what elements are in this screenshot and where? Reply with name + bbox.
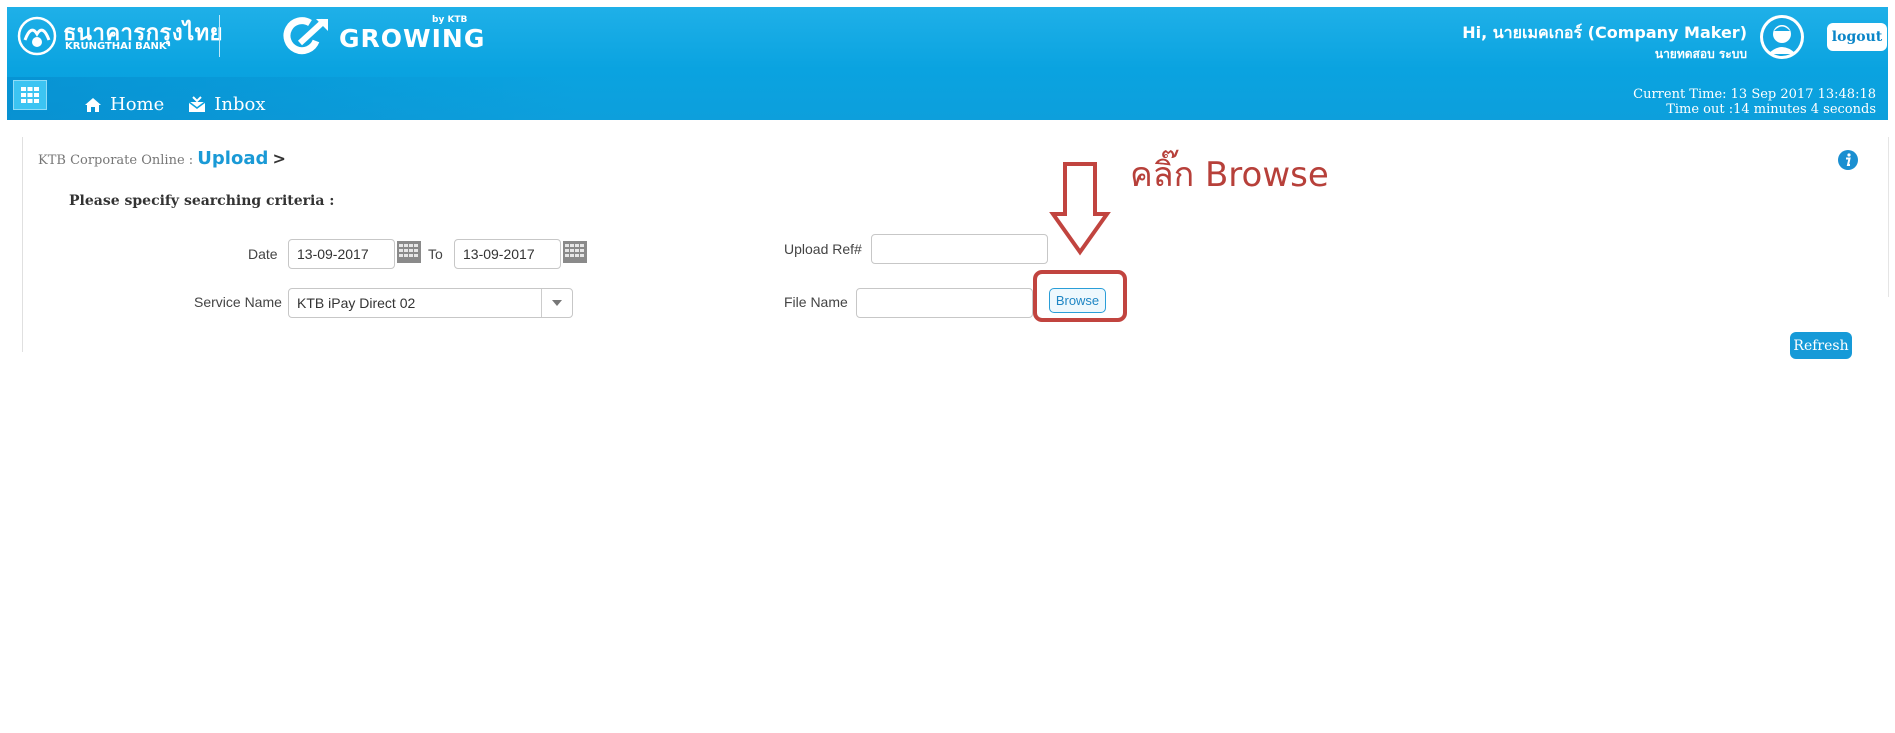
date-label: Date (248, 246, 278, 262)
bank-name-english: KRUNGTHAI BANK (65, 41, 167, 52)
user-greeting: Hi, นายเมคเกอร์ (Company Maker) (1462, 23, 1747, 42)
chevron-down-icon[interactable] (541, 289, 572, 317)
calendar-to-icon[interactable] (563, 241, 587, 263)
logout-button[interactable]: logout (1827, 23, 1887, 51)
annotation-down-arrow-icon (1049, 162, 1111, 256)
user-avatar-icon[interactable] (1759, 14, 1805, 60)
current-time: Current Time: 13 Sep 2017 13:48:18 (1633, 87, 1876, 102)
growing-logo-icon (283, 17, 328, 55)
breadcrumb: KTB Corporate Online : Upload > (38, 148, 286, 169)
nav-inbox-label: Inbox (214, 94, 266, 115)
nav-home[interactable]: Home (84, 94, 164, 115)
session-timeout: Time out :14 minutes 4 seconds (1666, 102, 1876, 117)
info-icon[interactable] (1837, 149, 1859, 171)
file-name-input[interactable] (856, 288, 1033, 318)
to-label: To (428, 246, 443, 262)
upload-ref-input[interactable] (871, 234, 1048, 264)
date-from-input[interactable]: 13-09-2017 (288, 239, 395, 269)
breadcrumb-current: Upload (197, 148, 269, 169)
header-upper: ธนาคารกรุงไทย KRUNGTHAI BANK GROWING by … (7, 7, 1888, 77)
product-name: GROWING (339, 24, 486, 53)
upload-ref-label: Upload Ref# (784, 241, 862, 257)
annotation-highlight-box (1033, 270, 1127, 322)
refresh-button[interactable]: Refresh (1790, 332, 1852, 359)
product-by-ktb: by KTB (432, 15, 468, 25)
home-icon (85, 97, 101, 112)
inbox-icon (188, 96, 206, 112)
date-to-input[interactable]: 13-09-2017 (454, 239, 561, 269)
krungthai-logo-icon (17, 16, 57, 56)
service-name-label: Service Name (194, 294, 282, 310)
logo-divider (219, 15, 220, 57)
main-nav: Home Inbox (84, 94, 289, 115)
top-header: ธนาคารกรุงไทย KRUNGTHAI BANK GROWING by … (7, 7, 1888, 120)
service-name-value: KTB iPay Direct 02 (297, 295, 416, 311)
breadcrumb-root[interactable]: KTB Corporate Online : (38, 153, 193, 168)
panel-border-right (1888, 137, 1889, 297)
nav-inbox[interactable]: Inbox (188, 94, 265, 115)
breadcrumb-separator: > (272, 149, 286, 168)
user-subname: นายทดสอบ ระบบ (1654, 47, 1747, 61)
file-name-label: File Name (784, 294, 848, 310)
service-name-select[interactable]: KTB iPay Direct 02 (288, 288, 573, 318)
criteria-title: Please specify searching criteria : (69, 193, 335, 209)
calendar-from-icon[interactable] (397, 241, 421, 263)
nav-home-label: Home (110, 94, 165, 115)
grid-icon (21, 87, 39, 103)
session-time: Current Time: 13 Sep 2017 13:48:18 Time … (1633, 87, 1876, 117)
apps-menu-button[interactable] (13, 80, 47, 110)
annotation-label: คลิ๊ก Browse (1130, 155, 1329, 195)
